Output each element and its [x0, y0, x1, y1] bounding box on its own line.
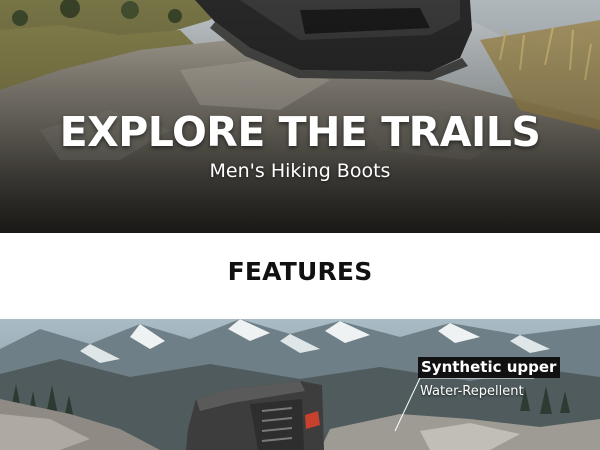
features-title: FEATURES	[227, 257, 373, 286]
hero-banner: EXPLORE THE TRAILS Men's Hiking Boots	[0, 0, 600, 233]
hero-title: EXPLORE THE TRAILS	[59, 108, 541, 156]
features-section-header: FEATURES	[0, 233, 600, 319]
callout-water-repellent: Water-Repellent	[420, 384, 524, 399]
callout-synthetic-upper: Synthetic upper	[418, 357, 561, 378]
hero-subtitle: Men's Hiking Boots	[209, 160, 391, 182]
